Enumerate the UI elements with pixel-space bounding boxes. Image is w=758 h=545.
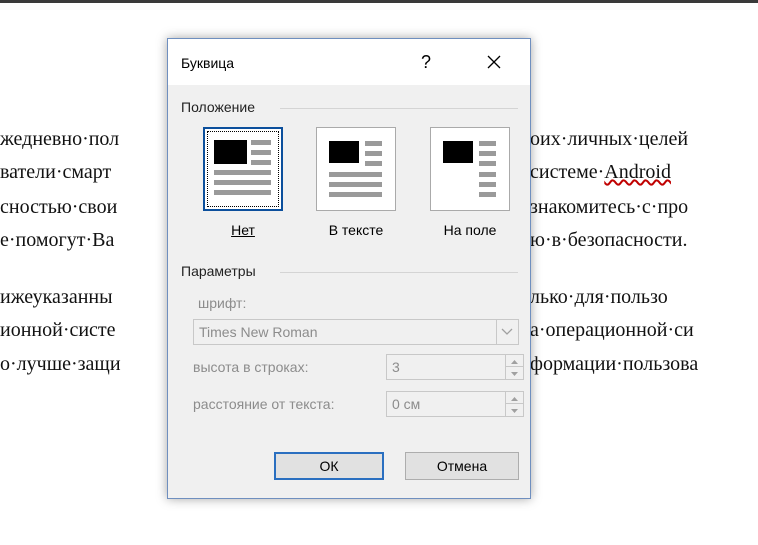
- doc-line-3b: знакомитесь·с·про: [530, 196, 689, 218]
- ok-button[interactable]: ОК: [274, 452, 384, 480]
- lines-increment[interactable]: [506, 355, 523, 367]
- misspelled-word: Android: [604, 161, 671, 183]
- position-option-none[interactable]: [203, 127, 283, 211]
- position-option-dropped[interactable]: [316, 127, 396, 211]
- distance-increment[interactable]: [506, 392, 523, 404]
- chevron-down-icon: [501, 328, 513, 335]
- params-separator: [280, 272, 518, 273]
- doc-line-3a: сностью·свои: [0, 196, 118, 218]
- caret-down-icon: [511, 372, 518, 376]
- position-separator: [280, 108, 518, 109]
- doc-line-5b: лько·для·пользо: [530, 286, 668, 308]
- doc-line-7a: о·лучше·защи: [0, 353, 121, 375]
- caret-down-icon: [511, 409, 518, 413]
- distance-stepper-buttons: [505, 392, 523, 416]
- doc-line-1a: жедневно·пол: [0, 128, 120, 150]
- position-option-none-label: Нет: [231, 222, 255, 238]
- font-select-value: Times New Roman: [199, 324, 318, 340]
- close-button[interactable]: [474, 47, 514, 77]
- font-select[interactable]: Times New Roman: [193, 319, 519, 345]
- distance-label: расстояние от текста:: [193, 396, 335, 412]
- font-select-dropdown[interactable]: [496, 320, 518, 344]
- doc-line-7b: формации·пользова: [530, 353, 699, 375]
- help-button[interactable]: ?: [411, 47, 441, 77]
- position-option-margin-label: На поле: [443, 222, 497, 238]
- doc-line-4a: е·помогут·Ва: [0, 229, 115, 251]
- close-icon: [487, 55, 501, 69]
- cancel-button[interactable]: Отмена: [405, 452, 519, 480]
- lines-stepper[interactable]: 3: [386, 354, 524, 380]
- font-label: шрифт:: [198, 295, 247, 311]
- params-section-label: Параметры: [181, 263, 256, 279]
- doc-line-1b: oих·личных·целей: [530, 128, 689, 150]
- drop-cap-dialog: Буквица ? Положение Нет В тексте На поле…: [167, 38, 531, 499]
- distance-decrement[interactable]: [506, 404, 523, 416]
- doc-line-5a: ижеуказанны: [0, 286, 113, 308]
- doc-line-6b: а·операционной·си: [530, 319, 694, 341]
- position-option-margin[interactable]: [430, 127, 510, 211]
- lines-value: 3: [392, 359, 400, 375]
- doc-line-4b: ю·в·безопасности.: [530, 229, 688, 251]
- dropcap-dropped-icon: [329, 141, 382, 197]
- position-section-label: Положение: [181, 99, 255, 115]
- distance-stepper[interactable]: 0 см: [386, 391, 524, 417]
- dialog-titlebar[interactable]: Буквица ?: [168, 39, 530, 85]
- dropcap-margin-icon: [443, 141, 496, 197]
- doc-line-2a: ватели·смарт: [0, 161, 112, 183]
- dropcap-none-icon: [214, 140, 271, 195]
- position-option-dropped-label: В тексте: [328, 222, 384, 238]
- lines-decrement[interactable]: [506, 367, 523, 379]
- doc-line-6a: ионной·систе: [0, 319, 116, 341]
- doc-line-2b: системе·Android: [530, 161, 671, 183]
- lines-stepper-buttons: [505, 355, 523, 379]
- lines-label: высота в строках:: [193, 359, 309, 375]
- distance-value: 0 см: [392, 396, 421, 412]
- dialog-title: Буквица: [181, 55, 235, 71]
